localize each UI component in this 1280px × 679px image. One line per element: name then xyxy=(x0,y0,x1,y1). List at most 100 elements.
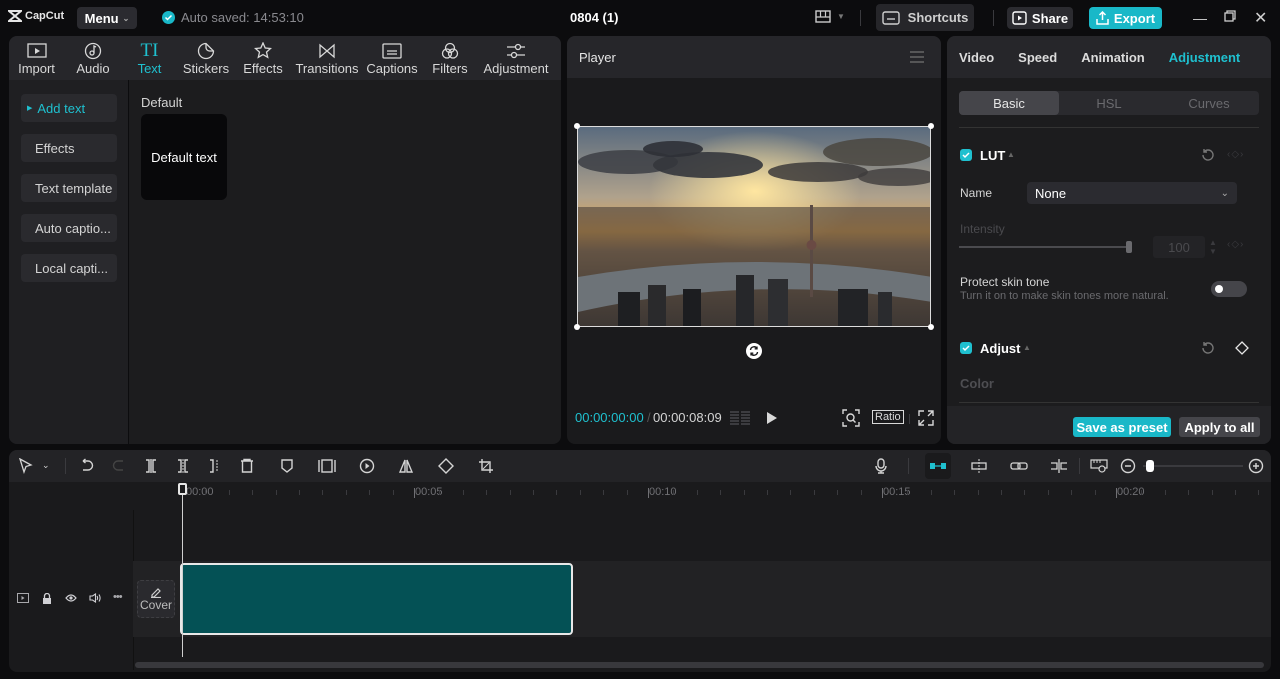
lut-name-select[interactable]: None ⌄ xyxy=(1027,182,1237,204)
collapse-icon[interactable]: ▲ xyxy=(1007,150,1015,159)
lut-checkbox[interactable] xyxy=(960,149,972,161)
share-button[interactable]: Share xyxy=(1007,7,1073,29)
redo-icon[interactable] xyxy=(111,458,127,474)
timeline-horizontal-scrollbar[interactable] xyxy=(135,662,1264,668)
marker-icon[interactable] xyxy=(279,458,295,474)
close-button[interactable]: ✕ xyxy=(1254,8,1267,28)
collapse-icon[interactable]: ▲ xyxy=(1023,343,1031,352)
lock-icon[interactable] xyxy=(42,593,52,604)
zoom-preview-icon[interactable] xyxy=(842,409,860,427)
tab-animation[interactable]: Animation xyxy=(1081,50,1145,65)
undo-icon[interactable] xyxy=(79,458,95,474)
nav-add-text[interactable]: ▶ Add text xyxy=(21,94,117,122)
tab-video[interactable]: Video xyxy=(959,50,994,65)
reset-icon[interactable] xyxy=(1201,148,1215,162)
link-icon[interactable] xyxy=(1010,458,1028,474)
video-preview[interactable] xyxy=(577,126,931,327)
protect-skin-toggle[interactable] xyxy=(1211,281,1247,297)
tab-filters[interactable]: Filters xyxy=(421,36,479,80)
ruler-tick xyxy=(556,490,558,495)
ruler-tick xyxy=(767,490,768,495)
apply-to-all-button[interactable]: Apply to all xyxy=(1179,417,1260,437)
preview-axis-icon[interactable] xyxy=(1050,458,1067,474)
playhead-handle[interactable] xyxy=(178,483,187,495)
resize-handle[interactable] xyxy=(928,324,934,330)
menu-button[interactable]: Menu ⌄ xyxy=(77,7,137,29)
ruler-label: 00:15 xyxy=(883,486,911,498)
intensity-slider-knob[interactable] xyxy=(1126,241,1132,253)
timeline-zoom-knob[interactable] xyxy=(1146,460,1154,472)
resize-handle[interactable] xyxy=(574,123,580,129)
maximize-button[interactable] xyxy=(1224,10,1236,22)
save-as-preset-button[interactable]: Save as preset xyxy=(1073,417,1171,437)
subtab-hsl[interactable]: HSL xyxy=(1059,91,1159,115)
reverse-icon[interactable] xyxy=(359,458,375,474)
tab-captions[interactable]: Captions xyxy=(363,36,421,80)
shortcuts-button[interactable]: Shortcuts xyxy=(876,4,974,31)
tab-audio[interactable]: Audio xyxy=(64,36,122,80)
divider xyxy=(959,127,1259,128)
playhead-line[interactable] xyxy=(182,483,183,657)
intensity-slider[interactable] xyxy=(959,246,1129,248)
export-button[interactable]: Export xyxy=(1089,7,1162,29)
tab-text[interactable]: TI Text xyxy=(122,36,177,80)
layout-button[interactable]: ▼ xyxy=(815,10,845,23)
stepper-icon[interactable]: ▲ ▼ xyxy=(1209,238,1217,256)
subtab-curves[interactable]: Curves xyxy=(1159,91,1259,115)
default-text-card[interactable]: Default text xyxy=(141,114,227,200)
cover-button[interactable]: Cover xyxy=(137,580,175,618)
timeline-zoom-fit-icon[interactable] xyxy=(1090,458,1108,474)
video-clip[interactable] xyxy=(180,563,573,635)
divider xyxy=(860,10,861,26)
nav-auto-captions[interactable]: Auto captio... xyxy=(21,214,117,242)
crop-icon[interactable] xyxy=(478,458,494,474)
timeline-zoom-slider[interactable] xyxy=(1143,465,1243,467)
eye-icon[interactable] xyxy=(65,594,77,602)
ratio-button[interactable]: Ratio xyxy=(872,410,904,424)
volume-icon[interactable] xyxy=(89,593,101,603)
split-icon[interactable] xyxy=(143,458,159,474)
tab-transitions[interactable]: Transitions xyxy=(291,36,363,80)
tab-stickers[interactable]: Stickers xyxy=(177,36,235,80)
resize-handle[interactable] xyxy=(574,324,580,330)
rotate-icon[interactable] xyxy=(746,343,762,359)
microphone-icon[interactable] xyxy=(873,458,889,474)
intensity-input[interactable]: 100 xyxy=(1153,236,1205,258)
chevron-down-icon[interactable]: ⌄ xyxy=(42,460,58,476)
split-left-icon[interactable] xyxy=(175,458,191,474)
split-right-icon[interactable] xyxy=(207,458,223,474)
ruler-tick xyxy=(603,490,605,495)
audio-meter-icon xyxy=(729,410,751,426)
zoom-out-icon[interactable] xyxy=(1120,458,1136,474)
play-icon[interactable] xyxy=(766,411,778,425)
subtab-basic[interactable]: Basic xyxy=(959,91,1059,115)
fullscreen-icon[interactable] xyxy=(918,410,934,426)
more-options-icon[interactable]: ••• xyxy=(113,591,123,603)
tab-adjustment[interactable]: Adjustment xyxy=(1169,50,1241,65)
main-track-magnet-button[interactable] xyxy=(925,453,951,479)
keyframe-icon[interactable] xyxy=(1235,341,1249,355)
nav-effects[interactable]: Effects xyxy=(21,134,117,162)
auto-snap-icon[interactable] xyxy=(970,458,987,474)
player-title: Player xyxy=(579,50,616,65)
mirror-icon[interactable] xyxy=(398,458,414,474)
reset-icon[interactable] xyxy=(1201,341,1215,355)
nav-text-template[interactable]: Text template xyxy=(21,174,117,202)
minimize-button[interactable]: — xyxy=(1193,10,1207,26)
zoom-in-icon[interactable] xyxy=(1248,458,1264,474)
rotate-clip-icon[interactable] xyxy=(438,458,454,474)
select-cursor-icon[interactable] xyxy=(18,458,34,474)
freeze-frame-icon[interactable] xyxy=(318,458,336,474)
hamburger-menu-icon[interactable] xyxy=(910,51,924,63)
ruler-tick xyxy=(579,490,581,495)
tab-effects[interactable]: Effects xyxy=(235,36,291,80)
tab-import[interactable]: Import xyxy=(9,36,64,80)
adjust-checkbox[interactable] xyxy=(960,342,972,354)
player-header: Player xyxy=(567,36,941,78)
tab-speed[interactable]: Speed xyxy=(1018,50,1057,65)
nav-local-captions[interactable]: Local capti... xyxy=(21,254,117,282)
delete-icon[interactable] xyxy=(239,458,255,474)
tab-adjustment[interactable]: Adjustment xyxy=(479,36,553,80)
nav-label: Auto captio... xyxy=(35,220,111,236)
resize-handle[interactable] xyxy=(928,123,934,129)
